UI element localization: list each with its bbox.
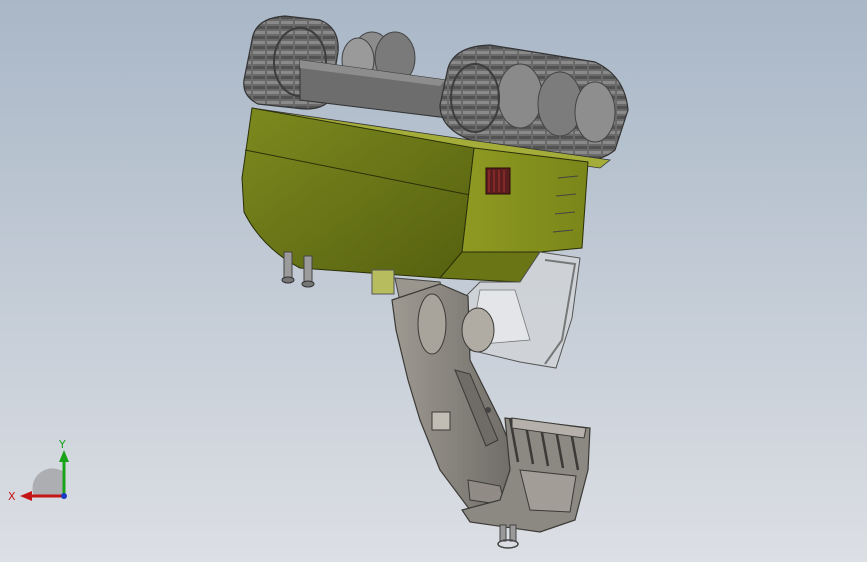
- x-axis-label: X: [8, 490, 16, 503]
- triad-quadrant: [32, 468, 64, 496]
- x-axis-arrow: [20, 491, 32, 501]
- y-axis-label: Y: [58, 438, 66, 451]
- y-axis-arrow: [59, 450, 69, 462]
- graphics-viewport[interactable]: Y X: [0, 0, 867, 562]
- vent-grille: [485, 167, 511, 195]
- excavator-model[interactable]: [0, 0, 867, 562]
- z-axis-dot: [61, 493, 67, 499]
- bucket-hook: [497, 524, 519, 549]
- reference-triad: Y X: [8, 438, 69, 503]
